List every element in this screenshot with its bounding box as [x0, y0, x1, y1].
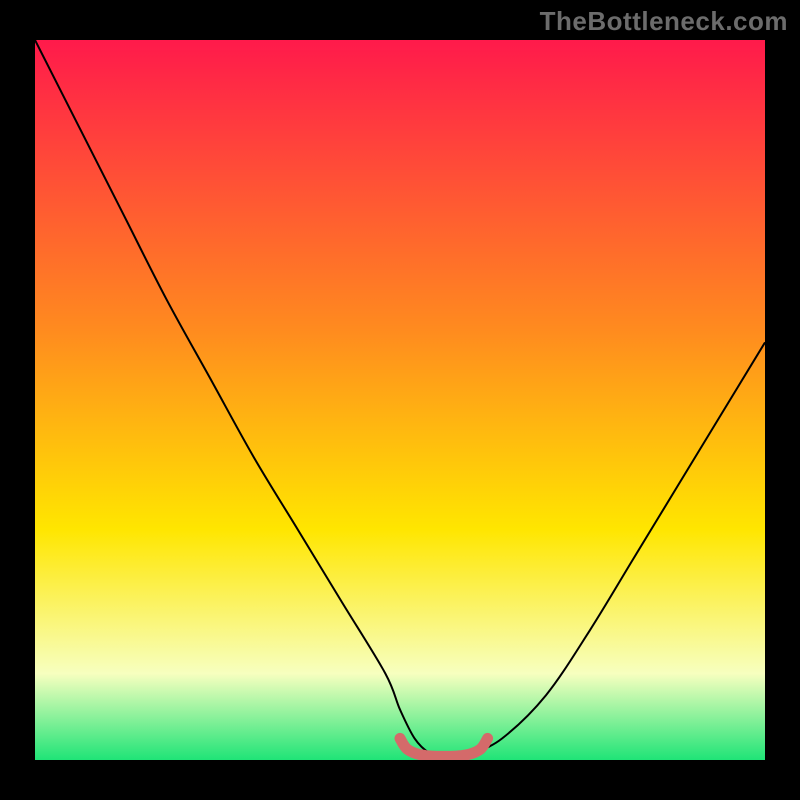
gradient-bg: [35, 40, 765, 760]
plot-area: [35, 40, 765, 760]
chart-svg: [35, 40, 765, 760]
chart-frame: TheBottleneck.com: [0, 0, 800, 800]
watermark-text: TheBottleneck.com: [540, 6, 788, 37]
